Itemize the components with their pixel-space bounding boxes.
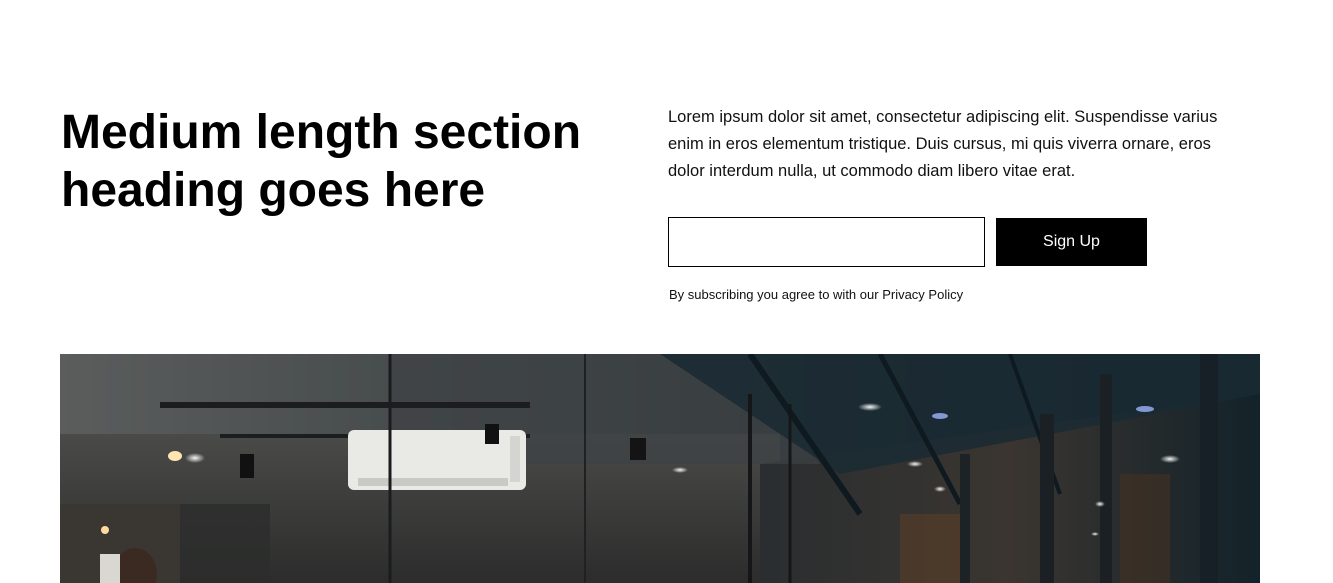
section-heading: Medium length section heading goes here	[61, 106, 582, 217]
email-input[interactable]	[668, 217, 985, 267]
signup-column: Lorem ipsum dolor sit amet, consectetur …	[668, 104, 1228, 302]
section-description: Lorem ipsum dolor sit amet, consectetur …	[668, 108, 1218, 180]
privacy-disclaimer: By subscribing you agree to with our Pri…	[669, 287, 963, 302]
hero-image	[60, 354, 1260, 583]
office-interior-illustration	[60, 354, 1260, 583]
header-section: Medium length section heading goes here …	[0, 0, 1333, 583]
signup-form: Sign Up	[668, 217, 1147, 267]
privacy-policy-link[interactable]: Privacy Policy	[882, 287, 963, 302]
disclaimer-text: By subscribing you agree to with our	[669, 287, 879, 302]
sign-up-button[interactable]: Sign Up	[996, 218, 1147, 266]
